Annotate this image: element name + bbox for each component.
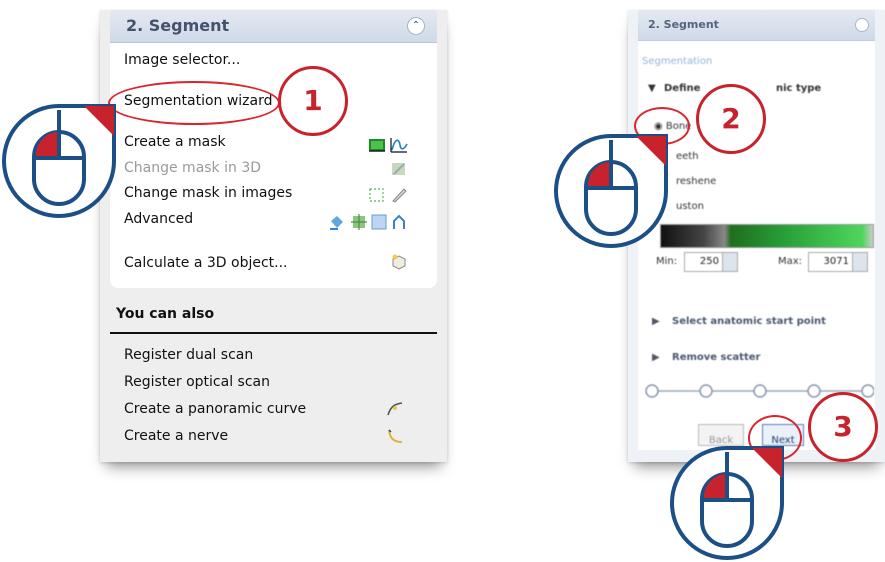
select-start-toggle-icon[interactable]: ▶ — [652, 316, 660, 327]
step-4-dot — [807, 384, 821, 398]
max-label: Max: — [778, 256, 803, 267]
section-segmentation-label: Segmentation — [642, 56, 713, 67]
define-type-suffix: nic type — [776, 83, 822, 94]
menu-item-advanced[interactable]: Advanced — [124, 211, 193, 227]
step-3-dot — [753, 384, 767, 398]
min-value: 250 — [699, 256, 719, 267]
back-button[interactable]: Back — [698, 424, 744, 446]
also-item-register-dual[interactable]: Register dual scan — [124, 347, 253, 363]
max-spinner-icon[interactable] — [852, 253, 867, 271]
option-teeth[interactable]: eeth — [676, 151, 699, 162]
menu-item-change-mask-images[interactable]: Change mask in images — [124, 185, 292, 201]
you-can-also-heading: You can also — [116, 306, 215, 322]
select-start-label[interactable]: Select anatomic start point — [672, 316, 826, 327]
bucket-icon[interactable] — [328, 213, 346, 231]
create-mask-icon[interactable] — [368, 136, 386, 154]
collapse-icon[interactable]: ⌃ — [407, 17, 425, 35]
step-5-dot — [861, 384, 874, 398]
remove-scatter-toggle-icon[interactable]: ▶ — [652, 352, 660, 363]
define-type-toggle-icon[interactable]: ▼ — [648, 83, 656, 94]
callout-1: 1 — [278, 66, 348, 136]
step-1-dot — [645, 384, 659, 398]
select-region-icon[interactable] — [368, 186, 386, 204]
highlight-oval-1 — [108, 81, 280, 125]
segment-header-right-title: 2. Segment — [648, 18, 719, 31]
collapse-right-icon[interactable] — [855, 18, 869, 32]
section-divider — [110, 332, 437, 334]
segment-header-right[interactable]: 2. Segment — [638, 10, 875, 41]
menu-item-calculate-3d[interactable]: Calculate a 3D object... — [124, 255, 288, 271]
min-value-field[interactable]: 250 — [684, 252, 738, 272]
max-value-field[interactable]: 3071 — [808, 252, 868, 272]
also-item-register-optical[interactable]: Register optical scan — [124, 374, 270, 390]
menu-item-change-mask-3d: Change mask in 3D — [124, 160, 262, 176]
option-prosthesis[interactable]: reshene — [676, 176, 716, 187]
mouse-click-icon-3 — [670, 446, 784, 560]
pencil-icon[interactable] — [390, 186, 408, 204]
panoramic-curve-icon[interactable] — [386, 400, 404, 418]
profile-mask-icon[interactable] — [390, 136, 408, 154]
split-icon[interactable] — [390, 213, 408, 231]
callout-3: 3 — [808, 392, 878, 462]
also-item-create-nerve[interactable]: Create a nerve — [124, 428, 228, 444]
min-spinner-icon[interactable] — [722, 253, 737, 271]
segment-header-title: 2. Segment — [126, 16, 230, 35]
mouse-click-icon-1 — [2, 104, 116, 218]
grid-icon[interactable] — [350, 213, 368, 231]
mouse-click-icon-2 — [554, 134, 668, 248]
step-2-dot — [699, 384, 713, 398]
callout-2: 2 — [696, 84, 766, 154]
threshold-range-bar[interactable] — [660, 224, 874, 248]
segment-card: 2. Segment ⌃ Image selector... Segmentat… — [110, 10, 437, 288]
object-3d-icon[interactable] — [390, 253, 408, 271]
segment-header[interactable]: 2. Segment ⌃ — [110, 10, 437, 43]
nerve-icon[interactable] — [386, 427, 404, 445]
square-icon[interactable] — [370, 213, 388, 231]
define-type-label[interactable]: Define — [664, 83, 700, 94]
segment-panel-left: 2. Segment ⌃ Image selector... Segmentat… — [100, 10, 447, 462]
segmentation-wizard-card: 2. Segment Segmentation ▼ Define nic typ… — [638, 10, 875, 450]
menu-item-create-mask[interactable]: Create a mask — [124, 134, 226, 150]
min-label: Min: — [656, 256, 678, 267]
option-custom[interactable]: uston — [676, 201, 704, 212]
also-item-panoramic-curve[interactable]: Create a panoramic curve — [124, 401, 306, 417]
max-value: 3071 — [823, 256, 849, 267]
menu-item-image-selector[interactable]: Image selector... — [124, 52, 240, 68]
remove-scatter-label[interactable]: Remove scatter — [672, 352, 760, 363]
mask-3d-icon — [392, 163, 405, 175]
